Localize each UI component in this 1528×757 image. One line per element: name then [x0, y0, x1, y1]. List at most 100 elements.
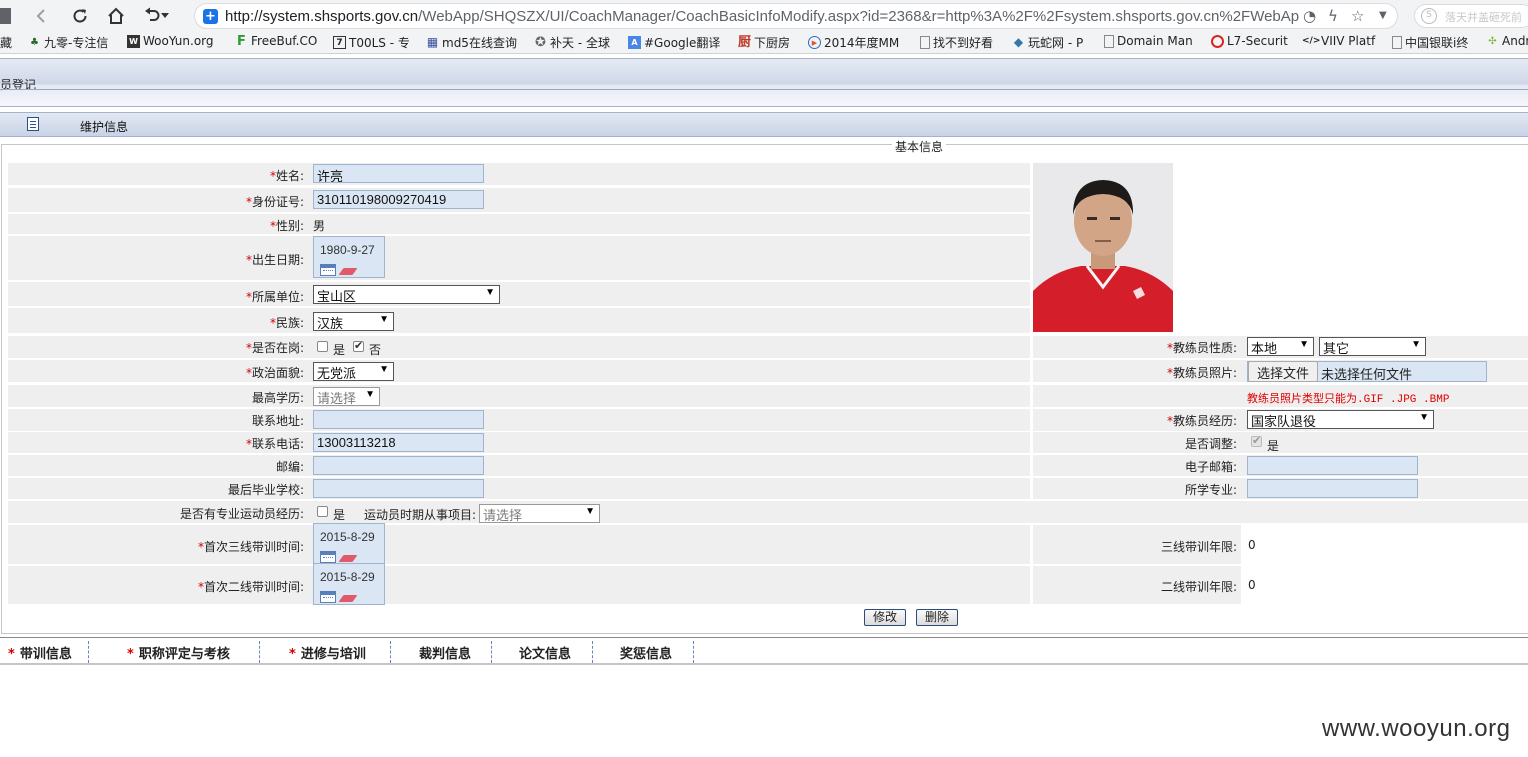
- onduty-no-checkbox[interactable]: [353, 339, 364, 352]
- phone-input[interactable]: 13003113218: [313, 433, 484, 452]
- tab-awards[interactable]: 奖惩信息: [620, 643, 672, 662]
- eraser-icon[interactable]: [338, 268, 358, 275]
- freebuf-icon: F: [237, 33, 246, 49]
- speed-icon[interactable]: ◔: [1303, 7, 1316, 25]
- delete-button[interactable]: 删除: [916, 609, 958, 626]
- postcode-label: 邮编:: [275, 460, 304, 474]
- second-line-date-field[interactable]: 2015-8-29: [313, 563, 385, 605]
- athlete-project-label: 运动员时期从事项目:: [364, 508, 477, 522]
- page-icon: [920, 36, 930, 49]
- eraser-icon[interactable]: [338, 555, 358, 562]
- school-label: 最后毕业学校:: [227, 483, 304, 497]
- calendar-icon[interactable]: [320, 264, 336, 276]
- bookmark-item[interactable]: ▦ md5在线查询: [426, 34, 517, 51]
- site-info-icon[interactable]: +: [203, 9, 218, 24]
- dropdown-icon[interactable]: ▼: [1379, 10, 1387, 21]
- address-bar[interactable]: + http://system.shsports.gov.cn/WebApp/S…: [194, 3, 1398, 29]
- home-icon[interactable]: [104, 4, 128, 28]
- tab-study[interactable]: * 进修与培训: [289, 643, 366, 662]
- coach-type-select[interactable]: 本地 ▼: [1247, 337, 1314, 356]
- translate-icon: A: [628, 36, 641, 49]
- third-years-label: 三线带训年限:: [1160, 540, 1237, 554]
- bookmarks-bar: 藏 ♣ 九零-专注信 W WooYun.org F FreeBuf.CO 7 T00LS…: [0, 32, 1528, 54]
- modify-button[interactable]: 修改: [864, 609, 906, 626]
- calendar-icon[interactable]: [320, 551, 336, 563]
- political-label: *政治面貌:: [245, 366, 304, 380]
- name-label: *姓名:: [269, 169, 304, 183]
- email-input[interactable]: [1247, 456, 1418, 475]
- idcard-label: *身份证号:: [245, 195, 304, 209]
- bookmark-item[interactable]: A #Google翻译: [628, 34, 720, 51]
- tab-training[interactable]: * 带训信息: [8, 643, 72, 662]
- major-label: 所学专业:: [1184, 483, 1237, 497]
- postcode-input[interactable]: [313, 456, 484, 475]
- education-select[interactable]: 请选择 ▼: [313, 387, 380, 406]
- bookmark-item[interactable]: ✪ 补天 - 全球: [534, 34, 610, 51]
- third-line-date-field[interactable]: 2015-8-29: [313, 523, 385, 565]
- photo-file-status: 未选择任何文件: [1321, 368, 1413, 383]
- bookmark-item[interactable]: ◆ 玩蛇网 - P: [1012, 34, 1083, 51]
- athlete-yes-label: 是: [333, 508, 346, 522]
- school-input[interactable]: [313, 479, 484, 498]
- adjusted-label: 是否调整:: [1184, 437, 1237, 451]
- bookmark-item[interactable]: 厨下厨房: [738, 34, 790, 51]
- unit-label: *所属单位:: [245, 290, 304, 304]
- star-icon[interactable]: ☆: [1351, 7, 1364, 25]
- form-row: [8, 163, 1030, 185]
- form-row: [8, 525, 1030, 564]
- form-row: [8, 308, 1030, 333]
- bookmark-item[interactable]: ✣ Andr: [1486, 34, 1528, 48]
- calendar-icon[interactable]: [320, 591, 336, 603]
- onduty-yes-checkbox[interactable]: [317, 341, 328, 352]
- bookmark-item[interactable]: </> VIIV Platf: [1302, 34, 1375, 48]
- lightning-icon[interactable]: ϟ: [1328, 7, 1338, 25]
- search-extension[interactable]: S 落天并盖砸死前: [1414, 4, 1528, 28]
- bookmark-item[interactable]: ▶ 2014年度MM: [808, 34, 899, 51]
- major-input[interactable]: [1247, 479, 1418, 498]
- political-select[interactable]: 无党派 ▼: [313, 362, 394, 381]
- bookmark-item[interactable]: F FreeBuf.CO: [235, 34, 317, 48]
- bookmark-item[interactable]: ♣ 九零-专注信: [28, 34, 108, 51]
- idcard-input[interactable]: 310110198009270419: [313, 190, 484, 209]
- unit-select[interactable]: 宝山区 ▼: [313, 285, 500, 304]
- photo-label: *教练员照片:: [1166, 366, 1237, 380]
- tab-separator: [491, 641, 492, 663]
- bookmark-item[interactable]: 7 T00LS - 专: [333, 34, 410, 51]
- form-row: [8, 336, 1030, 358]
- sidebar-icon[interactable]: [0, 4, 16, 28]
- form-row: [8, 188, 1030, 212]
- address-input[interactable]: [313, 410, 484, 429]
- tab-referee[interactable]: 裁判信息: [419, 643, 471, 662]
- tab-separator: [592, 641, 593, 663]
- phone-label: *联系电话:: [245, 437, 304, 451]
- back-icon[interactable]: [30, 4, 54, 28]
- search-extension-text: 落天并盖砸死前: [1445, 11, 1522, 24]
- bookmark-item[interactable]: 找不到好看: [920, 34, 993, 51]
- ethnic-select[interactable]: 汉族 ▼: [313, 312, 394, 331]
- chevron-down-icon: ▼: [1411, 339, 1421, 350]
- bookmark-item[interactable]: W WooYun.org: [127, 34, 214, 48]
- athlete-project-select[interactable]: 请选择 ▼: [479, 504, 600, 523]
- eraser-icon[interactable]: [338, 595, 358, 602]
- bookmark-item[interactable]: 藏: [0, 34, 12, 51]
- bookmark-item[interactable]: L7-Securit: [1211, 34, 1288, 48]
- name-input[interactable]: 许亮: [313, 164, 484, 183]
- birth-label: *出生日期:: [245, 253, 304, 267]
- onduty-yes-label: 是: [333, 343, 346, 357]
- birth-date-field[interactable]: 1980-9-27: [313, 236, 385, 278]
- undo-dropdown-icon[interactable]: [158, 4, 172, 28]
- choose-file-button[interactable]: 选择文件: [1248, 361, 1319, 382]
- section-header: 维护信息: [0, 112, 1528, 137]
- experience-select[interactable]: 国家队退役 ▼: [1247, 410, 1434, 429]
- tab-separator: [693, 641, 694, 663]
- coach-subtype-select[interactable]: 其它 ▼: [1319, 337, 1426, 356]
- third-line-date-value: 2015-8-29: [320, 530, 375, 544]
- bookmark-item[interactable]: Domain Man: [1104, 34, 1193, 48]
- reload-icon[interactable]: [68, 4, 92, 28]
- watermark: www.wooyun.org: [1322, 715, 1511, 742]
- tab-papers[interactable]: 论文信息: [519, 643, 571, 662]
- athlete-yes-checkbox[interactable]: [317, 506, 328, 517]
- bookmark-item[interactable]: 中国银联i终: [1392, 34, 1468, 51]
- tab-title-evaluation[interactable]: * 职称评定与考核: [127, 643, 230, 662]
- form-row: [8, 566, 1030, 604]
